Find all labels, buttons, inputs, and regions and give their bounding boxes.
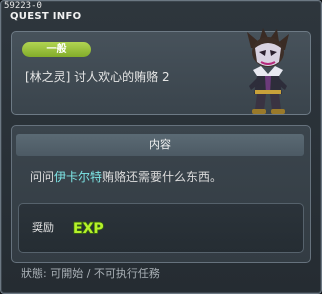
svg-text:EXP: EXP [73,221,104,237]
quest-id: 59223-0 [4,1,42,11]
npc-name-highlight: 伊卡尔特 [54,170,103,184]
reward-label: 奨励 [32,221,54,234]
description-prefix: 问问 [30,170,55,184]
window-title: QUEST INFO [10,11,82,22]
exp-icon: EXP [72,220,104,237]
content-header: 内容 [16,134,304,156]
quest-category-badge: 一般 [22,42,91,57]
quest-name: [林之灵] 讨人欢心的贿赂 2 [25,70,170,84]
quest-description: 问问伊卡尔特贿赂还需要什么东西。 [30,170,222,184]
quest-status: 狀態: 可開始 / 不可执行任務 [21,267,160,280]
quest-info-window: 59223-0 QUEST INFO 一般 [林之灵] 讨人欢心的贿赂 2 内容 [0,0,322,294]
reward-box: 奨励 EXP [18,203,304,253]
quest-content-panel: 内容 问问伊卡尔特贿赂还需要什么东西。 奨励 EXP [11,125,311,263]
npc-portrait-icon [247,28,289,114]
description-suffix: 贿赂还需要什么东西。 [102,170,223,184]
